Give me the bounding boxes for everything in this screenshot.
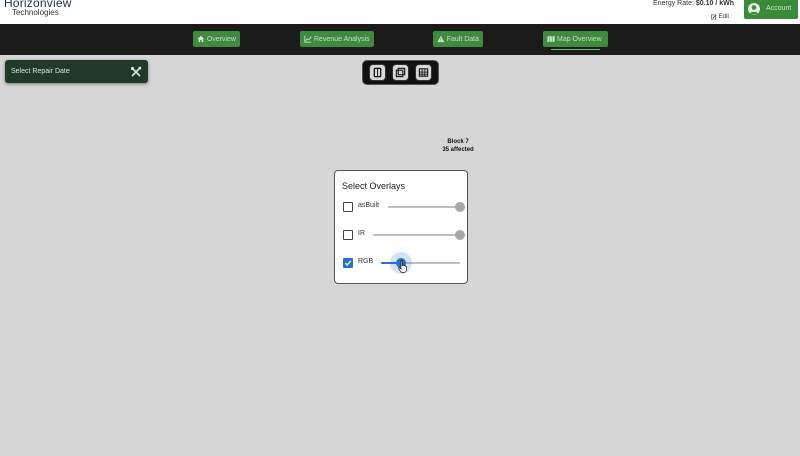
map-icon	[547, 35, 555, 43]
home-icon	[197, 35, 205, 43]
energy-rate: Energy Rate: $0.10 / kWh	[653, 0, 734, 7]
tab-map-overview[interactable]: Map Overview	[543, 31, 608, 50]
account-label: Account	[766, 5, 792, 12]
energy-rate-value: $0.10 / kWh	[695, 0, 734, 7]
block-affected-count: 35 affected	[442, 146, 474, 153]
account-button[interactable]: Account	[744, 0, 798, 19]
energy-rate-label: Energy Rate:	[653, 0, 694, 7]
asbuilt-opacity-slider[interactable]	[455, 202, 465, 212]
ir-checkbox[interactable]	[343, 230, 353, 240]
asbuilt-checkbox[interactable]	[343, 202, 353, 212]
tools-icon[interactable]	[130, 66, 142, 78]
main-navbar: Overview Revenue Analysis Fault Data Map…	[0, 24, 800, 55]
asbuilt-label: asBuilt	[358, 202, 380, 209]
tab-fault-data[interactable]: Fault Data	[433, 31, 483, 47]
map-block-label[interactable]: Block 7 35 affected	[420, 139, 496, 154]
overlay-row-ir: IR	[343, 229, 465, 241]
edit-icon	[710, 14, 717, 20]
edit-label: Edit	[718, 14, 729, 20]
ir-opacity-track[interactable]	[373, 234, 460, 236]
rgb-checkbox[interactable]	[343, 258, 353, 268]
chart-icon	[304, 35, 312, 43]
ir-opacity-slider[interactable]	[455, 230, 465, 240]
tab-revenue-analysis-label: Revenue Analysis	[314, 35, 370, 43]
hand-cursor-icon	[398, 260, 407, 273]
app-header: Horizonview Technologies Energy Rate: $0…	[0, 0, 800, 24]
overlay-row-asbuilt: asBuilt	[343, 201, 465, 213]
warning-icon	[437, 35, 445, 43]
checkmark-icon	[344, 260, 352, 266]
tab-overview[interactable]: Overview	[193, 31, 240, 47]
select-repair-date-panel[interactable]: Select Repair Date	[5, 60, 148, 83]
grid-layer-icon	[418, 68, 429, 77]
overlays-title: Select Overlays	[342, 181, 406, 191]
tab-fault-data-label: Fault Data	[446, 35, 479, 43]
overlay-layer-icon	[395, 67, 406, 78]
asbuilt-opacity-track[interactable]	[388, 206, 460, 208]
overlay-layer-button[interactable]	[392, 64, 409, 81]
user-avatar-icon	[748, 2, 760, 15]
map-layer-toolbar	[362, 60, 439, 85]
grid-layer-button[interactable]	[415, 64, 432, 81]
repair-date-label: Select Repair Date	[11, 68, 70, 75]
ir-label: IR	[358, 230, 365, 237]
map-layer-icon	[373, 67, 382, 78]
tab-revenue-analysis[interactable]: Revenue Analysis	[300, 31, 374, 47]
logo-subtitle: Technologies	[12, 8, 59, 17]
edit-energy-rate-link[interactable]: Edit	[710, 14, 729, 20]
block-name: Block 7	[447, 139, 469, 145]
rgb-label: RGB	[358, 258, 374, 265]
map-layer-button[interactable]	[369, 64, 386, 81]
tab-map-overview-label: Map Overview	[557, 35, 602, 43]
tab-overview-label: Overview	[206, 35, 236, 43]
